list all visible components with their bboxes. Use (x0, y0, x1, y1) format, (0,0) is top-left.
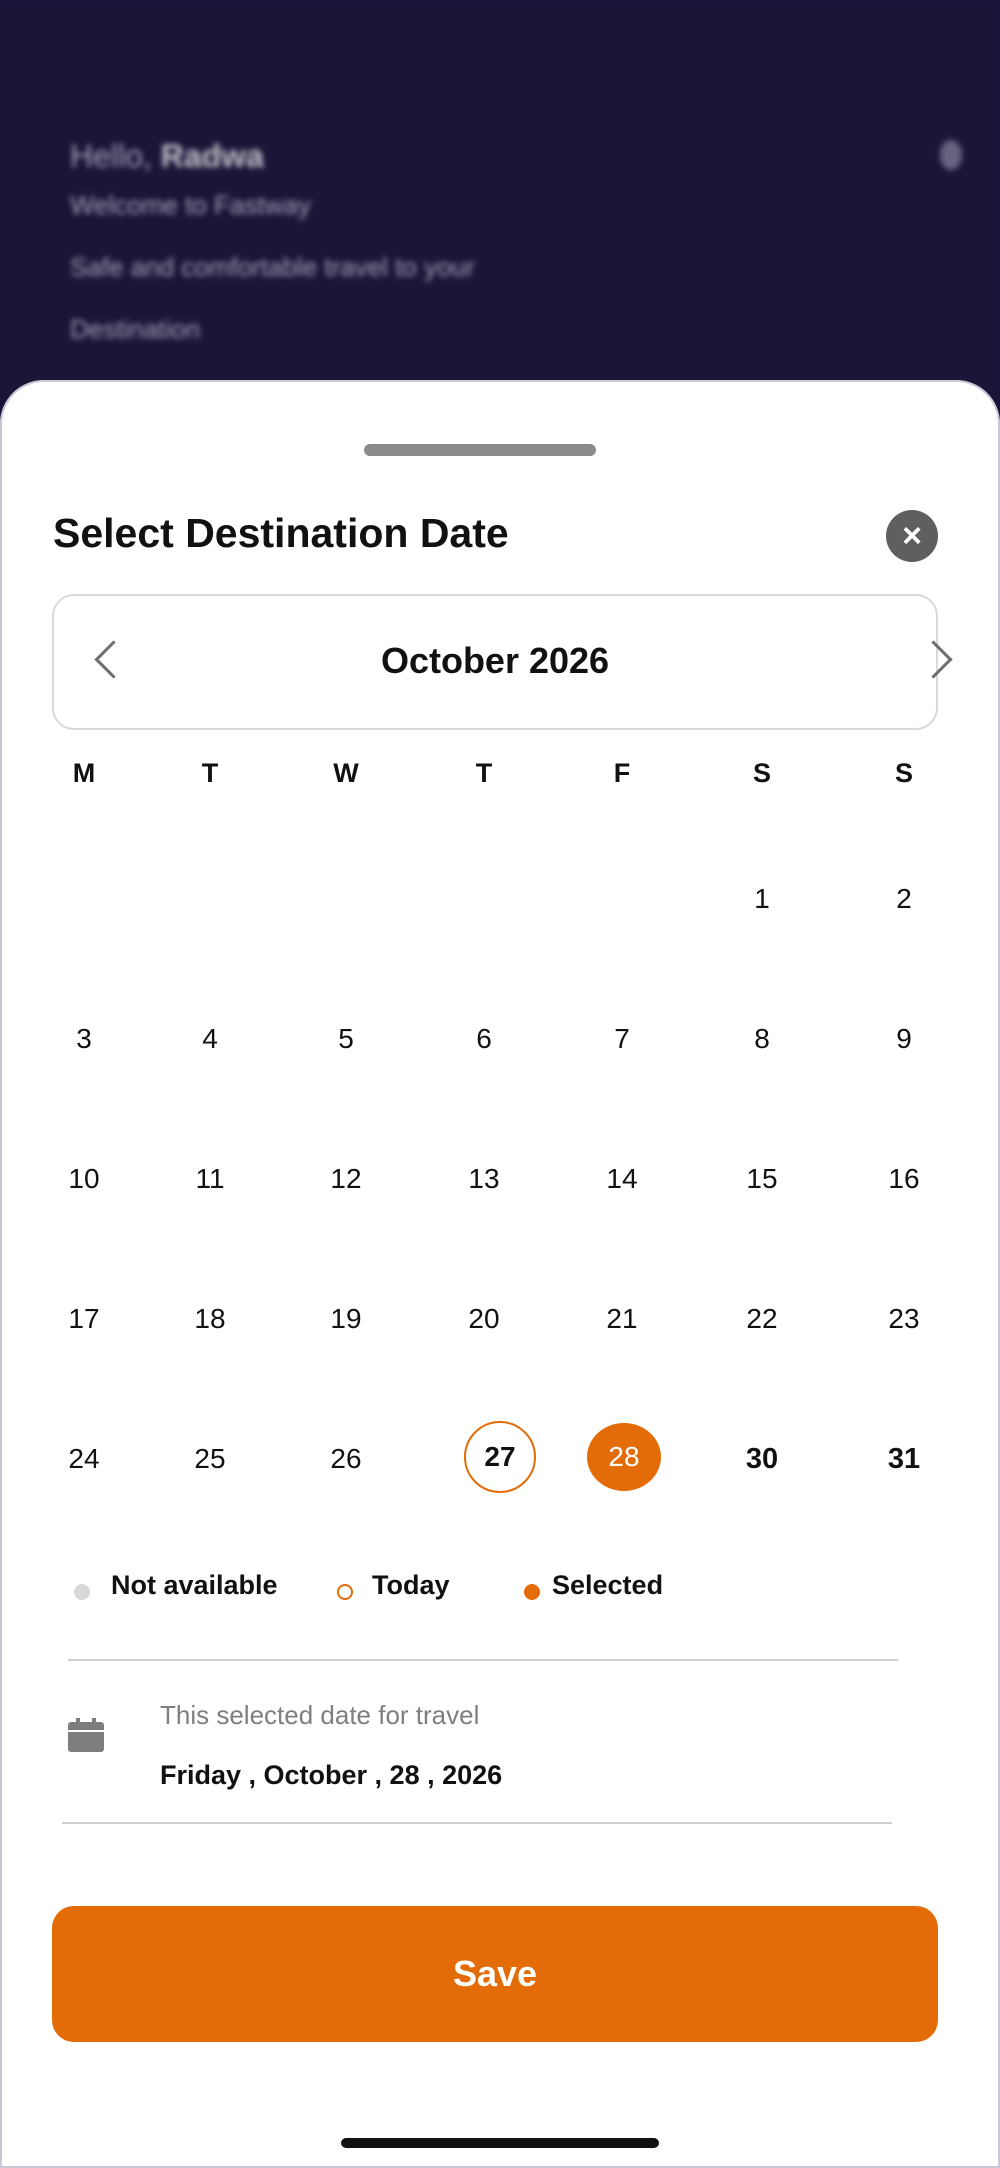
welcome-text: Welcome to Fastway (70, 190, 311, 220)
weekday-label: F (613, 758, 631, 788)
calendar-day[interactable]: 25 (165, 1443, 255, 1475)
close-icon: × (902, 517, 922, 555)
selected-dot-icon (524, 1584, 540, 1600)
calendar-day[interactable]: 22 (717, 1303, 807, 1335)
calendar-day[interactable]: 13 (439, 1163, 529, 1195)
divider-top (68, 1659, 898, 1661)
calendar-day[interactable]: 12 (301, 1163, 391, 1195)
calendar-day[interactable]: 9 (859, 1023, 949, 1055)
calendar-day[interactable]: 14 (577, 1163, 667, 1195)
tagline-line-2: Destination (70, 314, 201, 344)
calendar-day[interactable]: 26 (301, 1443, 391, 1475)
weekday-label: S (894, 758, 913, 788)
divider-bottom (62, 1822, 892, 1824)
calendar-day[interactable]: 1 (717, 883, 807, 915)
legend-today: Today (372, 1570, 450, 1600)
drag-handle[interactable] (364, 444, 596, 456)
date-picker-sheet: Select Destination Date × October 2026 M… (0, 380, 1000, 2168)
calendar-day[interactable]: 6 (439, 1023, 529, 1055)
calendar-day[interactable]: 21 (577, 1303, 667, 1335)
calendar-day[interactable]: 2 (859, 883, 949, 915)
calendar-day[interactable]: 30 (717, 1443, 807, 1476)
calendar-day[interactable]: 23 (859, 1303, 949, 1335)
home-indicator (341, 2138, 659, 2148)
calendar-day[interactable]: 5 (301, 1023, 391, 1055)
calendar-day[interactable]: 17 (39, 1303, 129, 1335)
weekday-label: M (72, 758, 96, 788)
calendar-day-selected[interactable]: 28 (587, 1423, 661, 1491)
selected-date-caption: This selected date for travel (160, 1700, 480, 1730)
greeting: Hello, Radwa (70, 138, 264, 174)
weekday-label: W (333, 758, 359, 788)
sheet-title: Select Destination Date (53, 510, 509, 556)
calendar-day[interactable]: 31 (859, 1443, 949, 1476)
calendar-day[interactable]: 18 (165, 1303, 255, 1335)
month-label: October 2026 (380, 640, 610, 681)
calendar-day[interactable]: 15 (717, 1163, 807, 1195)
calendar-icon (68, 1718, 104, 1752)
close-button[interactable]: × (886, 510, 938, 562)
weekday-label: T (475, 758, 493, 788)
calendar-day[interactable]: 8 (717, 1023, 807, 1055)
tagline-line-1: Safe and comfortable travel to your (70, 252, 475, 282)
selected-date-value: Friday , October , 28 , 2026 (160, 1760, 503, 1790)
weekday-label: T (201, 758, 219, 788)
location-pin-icon (940, 140, 962, 170)
calendar-day[interactable]: 24 (39, 1443, 129, 1475)
legend-not-available: Not available (111, 1570, 278, 1600)
calendar-day[interactable]: 7 (577, 1023, 667, 1055)
calendar-day[interactable]: 11 (165, 1163, 255, 1195)
calendar-day[interactable]: 10 (39, 1163, 129, 1195)
month-navigator: October 2026 (52, 594, 953, 730)
weekday-label: S (752, 758, 771, 788)
background-header: Hello, Radwa Welcome to Fastway Safe and… (0, 0, 1000, 440)
legend-selected: Selected (552, 1570, 664, 1600)
save-button[interactable]: Save (52, 1906, 938, 2042)
calendar-day-today[interactable]: 27 (464, 1421, 536, 1493)
calendar-day[interactable]: 4 (165, 1023, 255, 1055)
calendar-day[interactable]: 16 (859, 1163, 949, 1195)
calendar-day[interactable]: 20 (439, 1303, 529, 1335)
calendar-day[interactable]: 19 (301, 1303, 391, 1335)
calendar-day[interactable]: 3 (39, 1023, 129, 1055)
not-available-dot-icon (74, 1584, 90, 1600)
today-ring-icon (337, 1584, 353, 1600)
